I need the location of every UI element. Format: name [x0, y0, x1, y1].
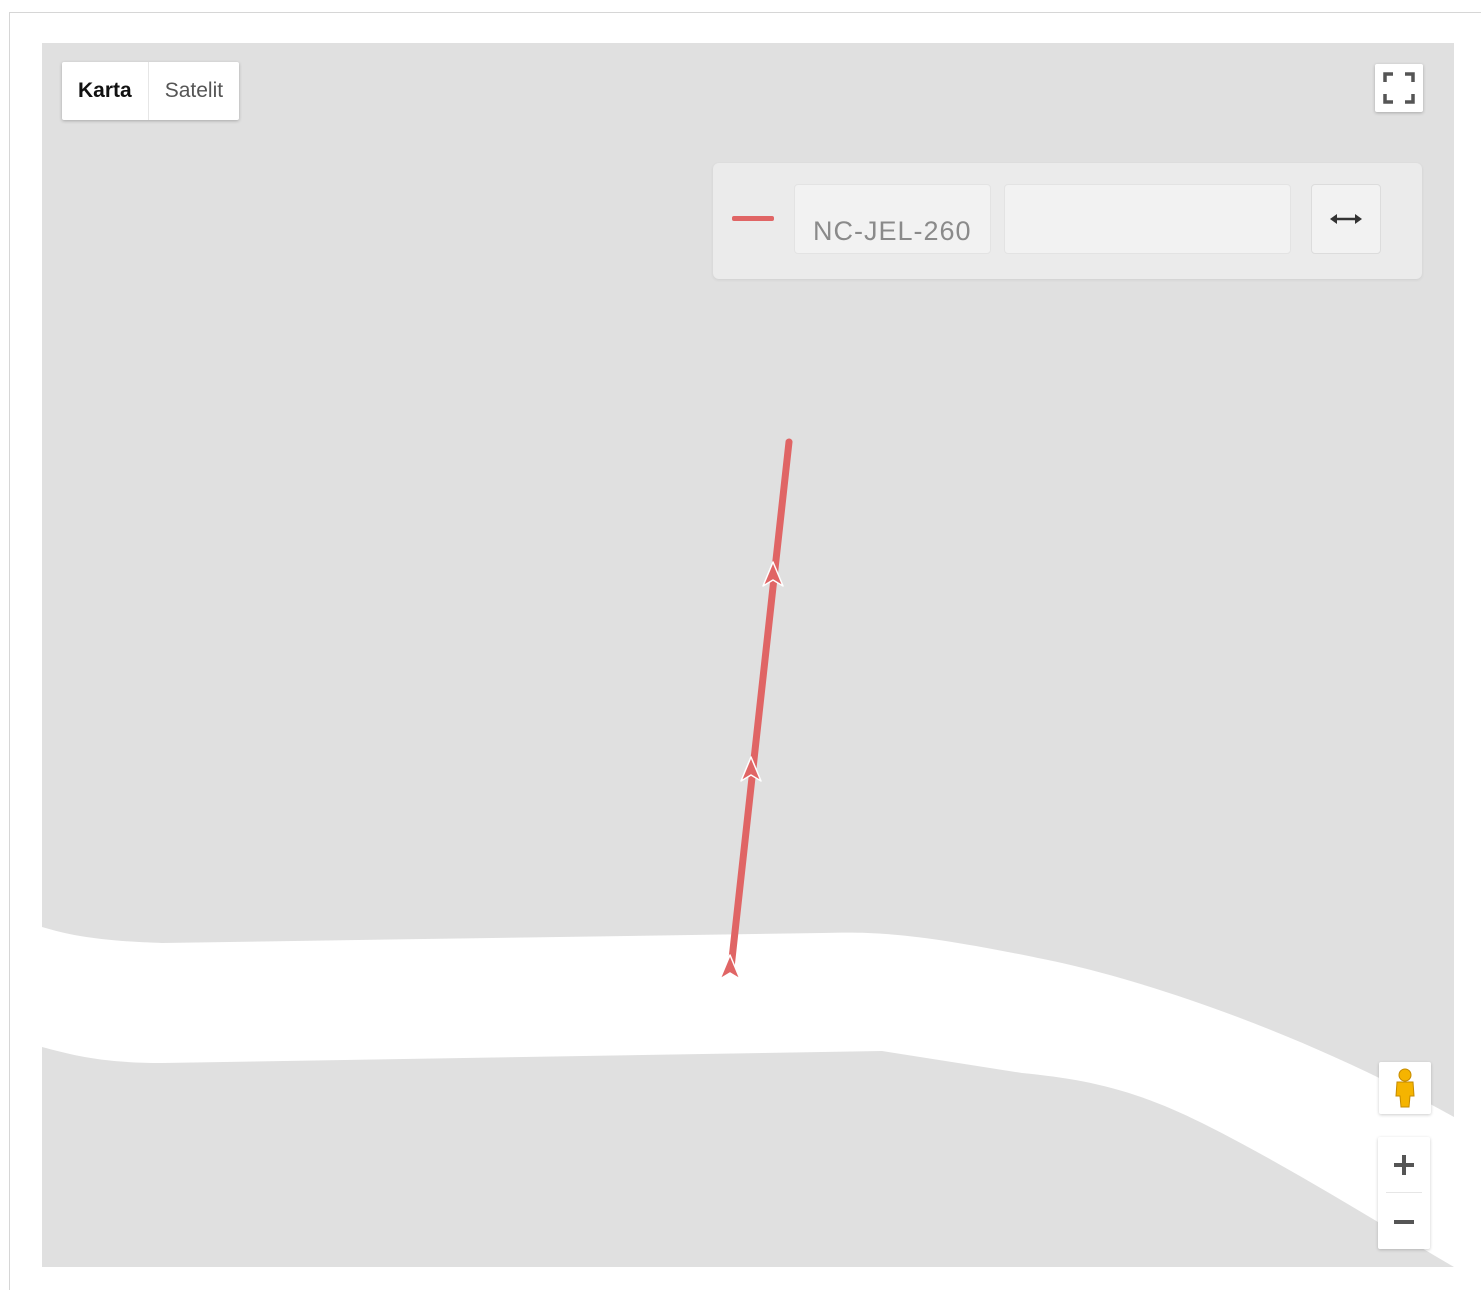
zoom-in-button[interactable] [1378, 1137, 1430, 1192]
minus-icon [1394, 1219, 1414, 1224]
map-canvas[interactable]: Karta Satelit NC-JEL-260 [42, 43, 1454, 1267]
map-type-map-button[interactable]: Karta [62, 62, 148, 120]
fullscreen-button[interactable] [1375, 64, 1423, 112]
fullscreen-icon [1383, 72, 1415, 104]
route-secondary-field[interactable] [1004, 184, 1291, 254]
pegman-icon [1395, 1068, 1415, 1108]
route-name-text: NC-JEL-260 [813, 216, 972, 246]
map-type-control: Karta Satelit [62, 62, 240, 120]
route-legend-panel: NC-JEL-260 [713, 163, 1422, 279]
road [42, 927, 1454, 1267]
route-color-swatch [732, 216, 774, 221]
plus-icon [1394, 1154, 1414, 1175]
map-type-satellite-button[interactable]: Satelit [149, 62, 239, 120]
zoom-control [1378, 1137, 1430, 1249]
swap-horizontal-icon [1330, 214, 1362, 224]
route-line [727, 438, 793, 972]
swap-direction-button[interactable] [1311, 184, 1381, 254]
zoom-out-button[interactable] [1378, 1194, 1430, 1249]
street-view-button[interactable] [1379, 1062, 1431, 1114]
zoom-divider [1386, 1192, 1422, 1193]
route-name-field[interactable]: NC-JEL-260 [794, 184, 991, 254]
